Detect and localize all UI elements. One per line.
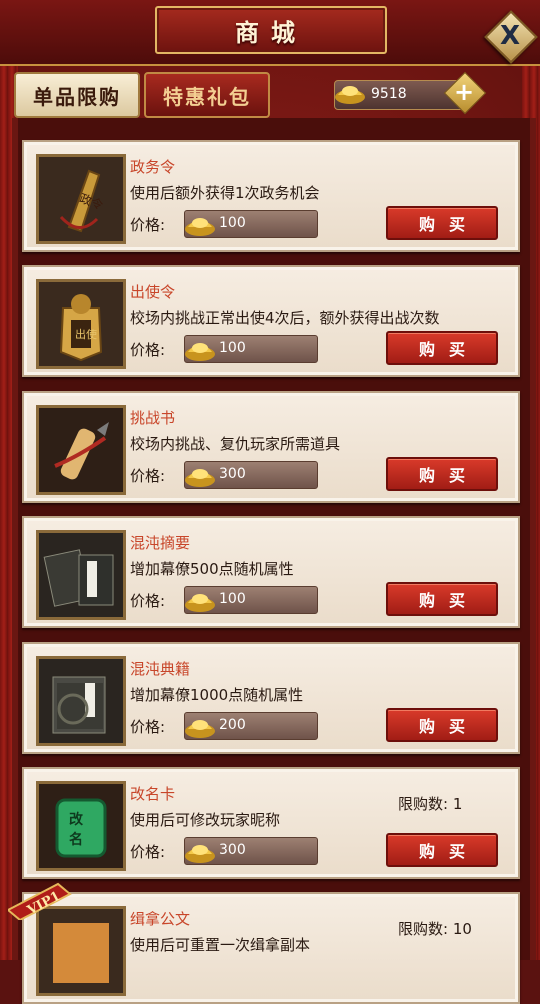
item-icon-frame: 出使	[36, 279, 126, 369]
item-card: 挑战书校场内挑战、复仇玩家所需道具 价格: 300 购买	[22, 391, 520, 503]
price-label: 价格:	[130, 843, 166, 861]
gold-ingot-icon	[185, 218, 215, 236]
item-icon-frame	[36, 405, 126, 495]
chaos-summary-book-icon	[39, 533, 123, 617]
item-name: 政务令	[130, 158, 176, 176]
item-icon-frame: 政令	[36, 154, 126, 244]
limit-value: 10	[452, 920, 472, 938]
price-label: 价格:	[130, 718, 166, 736]
item-icon-frame: 改名	[36, 781, 126, 871]
item-card: 改名改名卡 使用后可修改玩家昵称 限购数: 1 价格: 300 购买	[22, 767, 520, 879]
price-value: 100	[219, 215, 246, 231]
item-name: 挑战书	[130, 409, 176, 427]
chaos-classic-book-icon	[39, 659, 123, 743]
buy-button[interactable]: 购买	[386, 833, 498, 867]
item-card: 混沌典籍增加幕僚1000点随机属性 价格: 200 购买	[22, 642, 520, 754]
limit-value: 1	[452, 795, 463, 813]
price-display: 100	[184, 335, 318, 363]
price-value: 300	[219, 466, 246, 482]
gold-ingot-icon	[185, 845, 215, 863]
item-description: 使用后可修改玩家昵称	[130, 811, 281, 829]
svg-text:改: 改	[69, 811, 84, 828]
gold-ingot-icon	[335, 86, 365, 104]
price-label: 价格:	[130, 467, 166, 485]
svg-text:出使: 出使	[75, 327, 97, 341]
price-display: 300	[184, 837, 318, 865]
item-name: 出使令	[130, 283, 176, 301]
item-description: 增加幕僚500点随机属性	[130, 560, 294, 578]
price-value: 100	[219, 340, 246, 356]
buy-button[interactable]: 购买	[386, 331, 498, 365]
buy-button[interactable]: 购买	[386, 708, 498, 742]
item-name: 缉拿公文	[130, 910, 191, 928]
envoy-token-icon: 出使	[39, 282, 123, 366]
close-button[interactable]: X	[484, 10, 538, 64]
purchase-limit: 限购数: 10	[398, 918, 472, 939]
currency-amount: 9518	[371, 86, 407, 102]
item-card: 缉拿公文使用后可重置一次缉拿副本 限购数: 10	[22, 892, 520, 1004]
limit-label: 限购数:	[398, 920, 449, 938]
price-label: 价格:	[130, 341, 166, 359]
price-display: 100	[184, 586, 318, 614]
gold-ingot-icon	[185, 469, 215, 487]
price-label: 价格:	[130, 592, 166, 610]
item-description: 校场内挑战、复仇玩家所需道具	[130, 435, 341, 453]
purchase-limit: 限购数: 1	[398, 793, 462, 814]
buy-button[interactable]: 购买	[386, 582, 498, 616]
price-display: 200	[184, 712, 318, 740]
price-value: 100	[219, 591, 246, 607]
buy-button[interactable]: 购买	[386, 206, 498, 240]
item-name: 改名卡	[130, 785, 176, 803]
tab-single-item-limited[interactable]: 单品限购	[14, 72, 140, 118]
item-description: 使用后可重置一次缉拿副本	[130, 936, 311, 954]
gold-ingot-icon	[185, 720, 215, 738]
arrest-document-icon	[39, 909, 123, 993]
price-display: 300	[184, 461, 318, 489]
item-icon-frame	[36, 656, 126, 746]
challenge-scroll-icon	[39, 408, 123, 492]
price-label: 价格:	[130, 216, 166, 234]
item-description: 校场内挑战正常出使4次后，额外获得出战次数	[130, 309, 440, 327]
price-value: 200	[219, 717, 246, 733]
item-name: 混沌典籍	[130, 660, 191, 678]
title-plate: 商城	[155, 6, 387, 54]
add-currency-button[interactable]: +	[450, 76, 478, 108]
item-description: 增加幕僚1000点随机属性	[130, 686, 304, 704]
page-title: 商城	[235, 17, 307, 47]
item-card: 混沌摘要增加幕僚500点随机属性 价格: 100 购买	[22, 516, 520, 628]
item-name: 混沌摘要	[130, 534, 191, 552]
close-icon: X	[499, 21, 521, 51]
buy-button[interactable]: 购买	[386, 457, 498, 491]
item-description: 使用后额外获得1次政务机会	[130, 184, 320, 202]
gold-ingot-icon	[185, 343, 215, 361]
vip-badge: VIP1	[8, 882, 72, 920]
price-display: 100	[184, 210, 318, 238]
gold-ingot-icon	[185, 594, 215, 612]
price-value: 300	[219, 842, 246, 858]
item-card: 政令 政务令使用后额外获得1次政务机会 价格: 100 购买	[22, 140, 520, 252]
tab-special-gift-pack[interactable]: 特惠礼包	[144, 72, 270, 118]
limit-label: 限购数:	[398, 795, 449, 813]
government-token-icon: 政令	[39, 157, 123, 241]
rename-card-icon: 改名	[39, 784, 123, 868]
item-icon-frame	[36, 530, 126, 620]
item-card: 出使 出使令校场内挑战正常出使4次后，额外获得出战次数 价格: 100 购买	[22, 265, 520, 377]
svg-text:名: 名	[69, 831, 83, 848]
